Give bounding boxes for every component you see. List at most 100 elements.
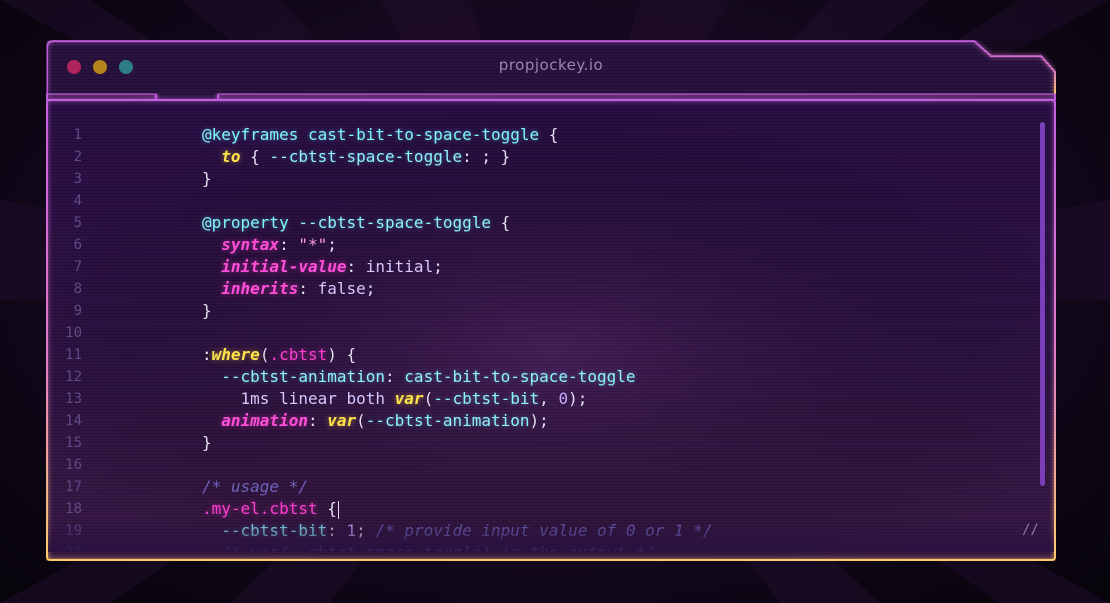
- code-text: --cbtst-bit: 1; /* provide input value o…: [202, 520, 713, 542]
- code-line[interactable]: 1 @keyframes cast-bit-to-space-toggle {: [48, 124, 1038, 146]
- code-text: to { --cbtst-space-toggle: ; }: [202, 146, 510, 168]
- code-text: @property --cbtst-space-toggle {: [202, 212, 510, 234]
- line-number: 3: [73, 171, 82, 187]
- code-line[interactable]: 4: [48, 190, 1038, 212]
- line-number: 11: [65, 347, 82, 363]
- code-text: :where(.cbtst) {: [202, 344, 356, 366]
- code-token: /* var(--cbtst-space-toggle) is the outp…: [221, 543, 654, 552]
- code-line[interactable]: 11 :where(.cbtst) {: [48, 344, 1038, 366]
- editor-window: propjockey.io 1 @keyframes cast-bit-to-sp…: [46, 40, 1056, 561]
- line-number: 18: [65, 501, 82, 517]
- line-number: 4: [73, 193, 82, 209]
- code-token: .my-el.cbtst: [202, 499, 318, 518]
- code-token: initial-value: [221, 257, 347, 276]
- code-token: );: [568, 389, 588, 408]
- code-text: }: [202, 300, 212, 322]
- code-token: 1: [346, 521, 357, 540]
- resize-handle-icon[interactable]: //: [1022, 522, 1042, 542]
- line-number: 15: [65, 435, 82, 451]
- code-token: to: [221, 147, 241, 166]
- code-text: syntax: "*";: [202, 234, 337, 256]
- code-token: }: [202, 169, 212, 188]
- line-number: 1: [73, 127, 82, 143]
- code-text: 1ms linear both var(--cbtst-bit, 0);: [202, 388, 588, 410]
- code-token: --cbtst-space-toggle: [269, 147, 463, 166]
- code-line[interactable]: 8 inherits: false;: [48, 278, 1038, 300]
- code-line[interactable]: 10: [48, 322, 1038, 344]
- code-line[interactable]: 3}: [48, 168, 1038, 190]
- code-token: initial: [365, 257, 434, 276]
- code-line[interactable]: 16: [48, 454, 1038, 476]
- code-token: ,: [539, 389, 559, 408]
- text-cursor: [337, 500, 339, 519]
- line-number: 12: [65, 369, 82, 385]
- code-line[interactable]: 15}: [48, 432, 1038, 454]
- code-token: :: [298, 279, 318, 298]
- code-token: ;: [327, 235, 337, 254]
- code-line[interactable]: 13 1ms linear both var(--cbtst-bit, 0);: [48, 388, 1038, 410]
- code-token: :: [307, 411, 328, 430]
- code-token: animation: [221, 411, 308, 430]
- window-title: propjockey.io: [498, 56, 604, 74]
- code-token: cast-bit-to-space-toggle: [404, 367, 636, 386]
- code-line[interactable]: 6 syntax: "*";: [48, 234, 1038, 256]
- code-text: --cbtst-animation: cast-bit-to-space-tog…: [202, 366, 635, 388]
- code-token: --cbtst-animation: [221, 367, 386, 386]
- code-editor[interactable]: 1 @keyframes cast-bit-to-space-toggle {2 …: [48, 102, 1054, 552]
- line-number: 13: [65, 391, 82, 407]
- code-text: initial-value: initial;: [202, 256, 443, 278]
- code-token: syntax: [221, 235, 280, 254]
- code-text: inherits: false;: [202, 278, 375, 300]
- code-token: .cbtst: [269, 345, 328, 364]
- code-text: }: [202, 432, 212, 454]
- code-line[interactable]: 2 to { --cbtst-space-toggle: ; }: [48, 146, 1038, 168]
- code-token: ;: [365, 279, 376, 298]
- code-line[interactable]: 19 --cbtst-bit: 1; /* provide input valu…: [48, 520, 1038, 542]
- code-line[interactable]: 7 initial-value: initial;: [48, 256, 1038, 278]
- code-token: /* provide input value of 0 or 1 */: [375, 521, 713, 540]
- code-token: ) {: [327, 345, 357, 364]
- code-token: 1ms linear both: [240, 389, 395, 408]
- line-number: 20: [48, 542, 82, 552]
- code-text: @keyframes cast-bit-to-space-toggle {: [202, 124, 558, 146]
- code-line[interactable]: 14 animation: var(--cbtst-animation);: [48, 410, 1038, 432]
- code-token: ;: [356, 521, 376, 540]
- code-token: --cbtst-bit: [433, 389, 540, 408]
- code-token: var: [327, 411, 357, 430]
- line-number: 8: [73, 281, 82, 297]
- code-text: /* usage */: [202, 476, 308, 498]
- vertical-scrollbar[interactable]: [1040, 122, 1045, 486]
- line-number: 19: [65, 523, 82, 539]
- line-number: 9: [73, 303, 82, 319]
- code-token: "*": [298, 235, 328, 254]
- code-token: }: [202, 301, 212, 320]
- code-line[interactable]: 9}: [48, 300, 1038, 322]
- code-token: inherits: [221, 279, 299, 298]
- code-line[interactable]: 5 @property --cbtst-space-toggle {: [48, 212, 1038, 234]
- code-token: {: [317, 499, 337, 518]
- code-token: {: [490, 213, 511, 232]
- code-text: .my-el.cbtst {: [202, 498, 339, 520]
- code-text: animation: var(--cbtst-animation);: [202, 410, 549, 432]
- code-token: --cbtst-bit: [221, 521, 328, 540]
- code-line[interactable]: 17 /* usage */: [48, 476, 1038, 498]
- code-token: var: [394, 389, 424, 408]
- line-number: 7: [73, 259, 82, 275]
- code-token: where: [211, 345, 260, 364]
- code-token: );: [529, 411, 549, 430]
- code-line[interactable]: 20 /* var(--cbtst-space-toggle) is the o…: [48, 542, 1038, 552]
- code-token: (: [259, 345, 270, 364]
- code-text: /* var(--cbtst-space-toggle) is the outp…: [202, 542, 654, 552]
- code-token: ;: [433, 257, 443, 276]
- code-token: @keyframes: [202, 125, 308, 144]
- code-token: 0: [558, 389, 569, 408]
- code-line[interactable]: 12 --cbtst-animation: cast-bit-to-space-…: [48, 366, 1038, 388]
- code-line[interactable]: 18 .my-el.cbtst {: [48, 498, 1038, 520]
- code-token: false: [317, 279, 366, 298]
